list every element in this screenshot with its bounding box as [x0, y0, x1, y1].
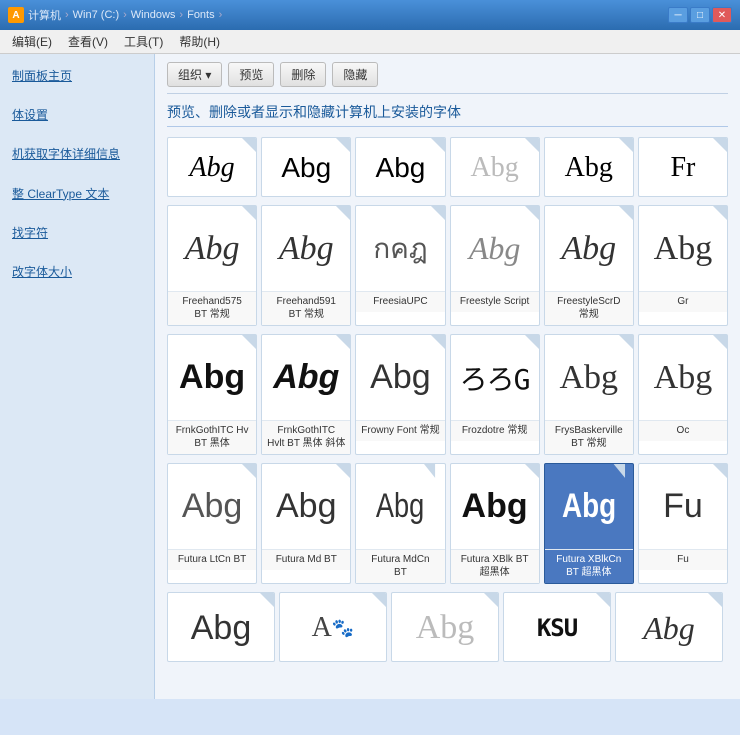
font-name-futura-xblkcn: Futura XBlkCnBT 超黑体	[545, 549, 633, 583]
font-name-frysbaskerville: FrysBaskervilleBT 常规	[545, 420, 633, 454]
font-card-freestylescrD[interactable]: Abg FreestyleScrD常规	[544, 205, 634, 326]
font-card-row0-6[interactable]: Fr	[638, 137, 728, 197]
sidebar: 制面板主页 体设置 机获取字体详细信息 整 ClearType 文本 找字符 改…	[0, 54, 155, 699]
font-card-row5-2[interactable]: A 🐾	[279, 592, 387, 662]
font-card-frysbaskerville[interactable]: Abg FrysBaskervilleBT 常规	[544, 334, 634, 455]
font-name-futura-mdcn: Futura MdCnBT	[356, 549, 444, 583]
font-name-frowny: Frowny Font 常规	[356, 420, 444, 441]
menu-help[interactable]: 帮助(H)	[171, 31, 228, 52]
font-name-futura-ltcn: Futura LtCn BT	[168, 549, 256, 570]
minimize-button[interactable]: ─	[668, 7, 688, 23]
font-name-gr: Gr	[639, 291, 727, 312]
sidebar-item-get-fonts[interactable]: 机获取字体详细信息	[8, 142, 146, 167]
sep4: ›	[219, 9, 223, 21]
delete-button[interactable]: 删除	[280, 62, 326, 87]
font-card-freehand575[interactable]: Abg Freehand575BT 常规	[167, 205, 257, 326]
font-name-freestyle: Freestyle Script	[451, 291, 539, 312]
font-name-freehand575: Freehand575BT 常规	[168, 291, 256, 325]
font-card-freehand591[interactable]: Abg Freehand591BT 常规	[261, 205, 351, 326]
nav-fonts[interactable]: Fonts	[187, 9, 215, 21]
font-name-fu: Fu	[639, 549, 727, 570]
maximize-button[interactable]: □	[690, 7, 710, 23]
sidebar-item-home[interactable]: 制面板主页	[8, 64, 146, 89]
font-name-frnkgothitchvlt: FrnkGothITCHvlt BT 黑体 斜体	[262, 420, 350, 454]
font-name-freehand591: Freehand591BT 常规	[262, 291, 350, 325]
title-bar-left: A 计算机 › Win7 (C:) › Windows › Fonts ›	[8, 7, 224, 23]
font-name-futura-md: Futura Md BT	[262, 549, 350, 570]
font-card-futura-xblkcn[interactable]: Abg Futura XBlkCnBT 超黑体	[544, 463, 634, 584]
nav-computer[interactable]: 计算机	[28, 7, 61, 23]
preview-button[interactable]: 预览	[228, 62, 274, 87]
menu-tools[interactable]: 工具(T)	[116, 31, 171, 52]
font-name-freesiaupc: FreesiaUPC	[356, 291, 444, 312]
font-card-row5-5[interactable]: Abg	[615, 592, 723, 662]
sidebar-item-font-settings[interactable]: 体设置	[8, 103, 146, 128]
font-card-futura-xblk[interactable]: Abg Futura XBlk BT超黑体	[450, 463, 540, 584]
main-layout: 制面板主页 体设置 机获取字体详细信息 整 ClearType 文本 找字符 改…	[0, 54, 740, 699]
font-card-row5-4[interactable]: KSU	[503, 592, 611, 662]
font-card-row0-5[interactable]: Abg	[544, 137, 634, 197]
title-bar: A 计算机 › Win7 (C:) › Windows › Fonts › ─ …	[0, 0, 740, 30]
content-area: 组织 ▾ 预览 删除 隐藏 预览、删除或者显示和隐藏计算机上安装的字体 Abg …	[155, 54, 740, 699]
font-card-row5-1[interactable]: Abg	[167, 592, 275, 662]
font-card-row0-2[interactable]: Abg	[261, 137, 351, 197]
content-title: 预览、删除或者显示和隐藏计算机上安装的字体	[167, 102, 728, 127]
window-controls: ─ □ ✕	[668, 7, 732, 23]
font-name-frozdotre: Frozdotre 常规	[451, 420, 539, 441]
breadcrumb: 计算机 › Win7 (C:) › Windows › Fonts ›	[28, 7, 224, 23]
font-name-oc: Oc	[639, 420, 727, 441]
sidebar-item-font-size[interactable]: 改字体大小	[8, 260, 146, 285]
font-card-row0-4[interactable]: Abg	[450, 137, 540, 197]
font-card-freesiaupc[interactable]: กคฎ FreesiaUPC	[355, 205, 445, 326]
menu-bar: 编辑(E) 查看(V) 工具(T) 帮助(H)	[0, 30, 740, 54]
hide-button[interactable]: 隐藏	[332, 62, 378, 87]
nav-windows[interactable]: Windows	[131, 9, 176, 21]
close-button[interactable]: ✕	[712, 7, 732, 23]
font-name-futura-xblk: Futura XBlk BT超黑体	[451, 549, 539, 583]
organize-button[interactable]: 组织 ▾	[167, 62, 222, 87]
font-card-row0-3[interactable]: Abg	[355, 137, 445, 197]
font-card-gr[interactable]: Abg Gr	[638, 205, 728, 326]
font-card-frnkgothitchv[interactable]: Abg FrnkGothITC HvBT 黑体	[167, 334, 257, 455]
font-card-futura-ltcn[interactable]: Abg Futura LtCn BT	[167, 463, 257, 584]
sep2: ›	[123, 9, 127, 21]
sidebar-item-find-char[interactable]: 找字符	[8, 221, 146, 246]
sep1: ›	[65, 9, 69, 21]
font-name-freestylescrD: FreestyleScrD常规	[545, 291, 633, 325]
font-name-frnkgothitchv: FrnkGothITC HvBT 黑体	[168, 420, 256, 454]
font-card-fu[interactable]: Fu Fu	[638, 463, 728, 584]
sep3: ›	[179, 9, 183, 21]
app-icon: A	[8, 7, 24, 23]
font-card-oc[interactable]: Abg Oc	[638, 334, 728, 455]
font-card-futura-mdcn[interactable]: Abg Futura MdCnBT	[355, 463, 445, 584]
menu-edit[interactable]: 编辑(E)	[4, 31, 60, 52]
font-grid: Abg Abg Abg Abg Abg Fr	[167, 137, 728, 662]
font-card-frozdotre[interactable]: ろろG Frozdotre 常规	[450, 334, 540, 455]
font-card-frnkgothitchvlt[interactable]: Abg FrnkGothITCHvlt BT 黑体 斜体	[261, 334, 351, 455]
sidebar-item-cleartype[interactable]: 整 ClearType 文本	[8, 182, 146, 207]
font-card-row0-1[interactable]: Abg	[167, 137, 257, 197]
menu-view[interactable]: 查看(V)	[60, 31, 116, 52]
nav-drive[interactable]: Win7 (C:)	[73, 9, 119, 21]
font-card-freestyle[interactable]: Abg Freestyle Script	[450, 205, 540, 326]
font-card-futura-md[interactable]: Abg Futura Md BT	[261, 463, 351, 584]
font-card-row5-3[interactable]: Abg	[391, 592, 499, 662]
font-card-frowny[interactable]: Abg Frowny Font 常规	[355, 334, 445, 455]
